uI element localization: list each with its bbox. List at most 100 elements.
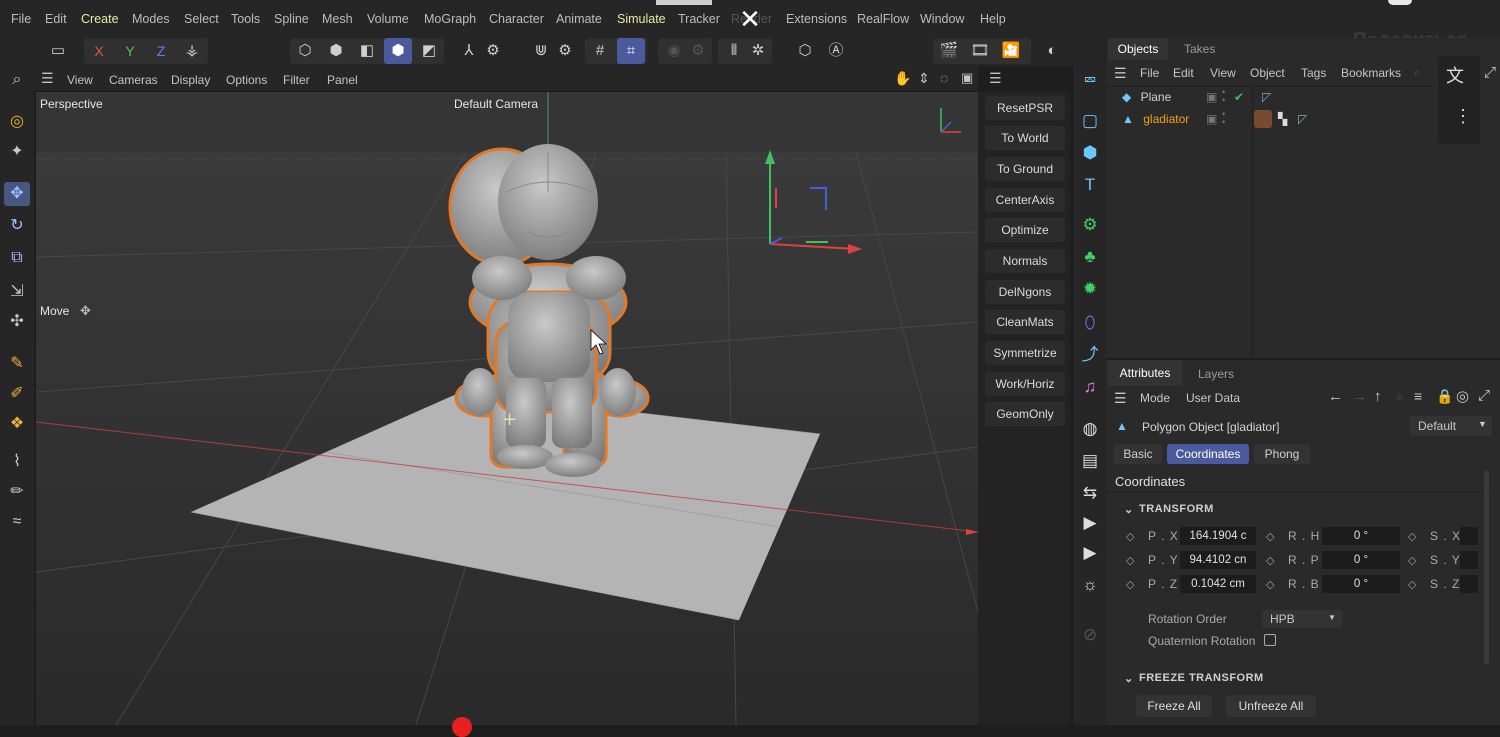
material-tag-icon[interactable] — [1254, 110, 1272, 128]
work-horiz-button[interactable]: Work/Horiz — [985, 372, 1065, 396]
scrollbar[interactable] — [1484, 470, 1489, 665]
text-object-icon[interactable]: T — [1077, 172, 1103, 198]
select-tools-icon[interactable]: ✦ — [4, 140, 30, 164]
cloner-icon[interactable]: ♣ — [1077, 244, 1103, 270]
rotate-tool-icon[interactable]: ↻ — [4, 214, 30, 238]
rp-field[interactable]: 0 ° — [1322, 551, 1400, 569]
objects-menu-object[interactable]: Object — [1250, 66, 1285, 80]
field-icon[interactable]: ♫ — [1077, 374, 1103, 400]
keyframe-diamond-icon[interactable]: ◇ — [1408, 530, 1416, 543]
unfreeze-all-button[interactable]: Unfreeze All — [1226, 695, 1316, 717]
menu-tools[interactable]: Tools — [231, 12, 260, 26]
menu-create[interactable]: Create — [81, 12, 119, 26]
camera-icon[interactable]: ▤ — [1077, 448, 1103, 474]
smooth-brush-icon[interactable]: ≈ — [4, 510, 30, 534]
paint-icon[interactable]: ✏ — [4, 480, 30, 504]
tab-attributes[interactable]: Attributes — [1108, 360, 1182, 386]
rb-field[interactable]: 0 ° — [1322, 575, 1400, 593]
menu-mesh[interactable]: Mesh — [322, 12, 353, 26]
optimize-button[interactable]: Optimize — [985, 218, 1065, 242]
spline-icon[interactable]: ⤴ — [1077, 342, 1103, 368]
keyframe-diamond-icon[interactable]: ◇ — [1266, 530, 1274, 543]
environment-icon[interactable]: ◍ — [1077, 416, 1103, 442]
up-arrow-icon[interactable]: ↑ — [1374, 388, 1382, 405]
viewport-menu-filter[interactable]: Filter — [283, 73, 310, 87]
spline-tools-icon[interactable]: ❖ — [4, 412, 30, 436]
keyframe-diamond-icon[interactable]: ◇ — [1408, 554, 1416, 567]
search-icon[interactable]: ⌕ — [1396, 388, 1404, 405]
pz-field[interactable]: 0.1042 cm — [1180, 575, 1256, 593]
x-axis-lock-button[interactable]: X — [85, 38, 113, 64]
back-arrow-icon[interactable]: ← — [1328, 388, 1343, 405]
more-options-icon[interactable]: ⋮ — [1454, 106, 1472, 127]
symmetrize-button[interactable]: Symmetrize — [985, 341, 1065, 365]
transform-header[interactable]: TRANSFORM — [1139, 503, 1214, 515]
menu-window[interactable]: Window — [920, 12, 964, 26]
y-axis-lock-button[interactable]: Y — [116, 38, 144, 64]
render-settings-icon[interactable]: ⚙ — [684, 38, 712, 64]
subtab-phong[interactable]: Phong — [1254, 444, 1310, 464]
cleanmats-button[interactable]: CleanMats — [985, 310, 1065, 334]
plugin-menu-icon[interactable]: ☰ — [989, 70, 1002, 87]
preset-dropdown[interactable]: Default ▼ — [1410, 416, 1492, 436]
grid-snap-icon[interactable]: # — [586, 38, 614, 64]
spline-sketch-icon[interactable]: ✐ — [4, 382, 30, 406]
target-icon[interactable]: ◎ — [1456, 387, 1469, 405]
symmetry-settings-icon[interactable]: ✲ — [744, 38, 772, 64]
menu-mograph[interactable]: MoGraph — [424, 12, 476, 26]
filter-icon[interactable]: ≡ — [1414, 388, 1422, 404]
edges-mode-icon[interactable]: ⬢ — [322, 38, 350, 64]
workplane-snap-icon[interactable]: ⌗ — [617, 38, 645, 64]
to-world-button[interactable]: To World — [985, 126, 1065, 150]
viewport-menu-display[interactable]: Display — [171, 73, 210, 87]
viewport-menu-cameras[interactable]: Cameras — [109, 73, 158, 87]
move-tool-icon[interactable]: ✥ — [4, 182, 30, 206]
tab-objects[interactable]: Objects — [1108, 38, 1168, 60]
object-icon[interactable]: ⬡ — [791, 38, 819, 64]
hamburger-icon[interactable]: ☰ — [41, 70, 54, 87]
delngons-button[interactable]: DelNgons — [985, 280, 1065, 304]
menu-file[interactable]: File — [11, 12, 31, 26]
effector-icon[interactable]: ✹ — [1077, 276, 1103, 302]
z-axis-lock-button[interactable]: Z — [147, 38, 175, 64]
viewport-menu-options[interactable]: Options — [226, 73, 267, 87]
scene-icon[interactable]: ⇆ — [1077, 480, 1103, 506]
settings-gear-icon[interactable]: ⚙ — [479, 38, 507, 64]
attributes-menu-user-data[interactable]: User Data — [1186, 391, 1240, 405]
deformer-icon[interactable]: ⬯ — [1077, 310, 1103, 336]
translate-icon[interactable]: 文 — [1446, 62, 1464, 88]
menu-modes[interactable]: Modes — [132, 12, 170, 26]
menu-realflow[interactable]: RealFlow — [857, 12, 909, 26]
search-icon[interactable]: ⌕ — [1414, 65, 1421, 80]
menu-tracker[interactable]: Tracker — [678, 12, 720, 26]
resetpsr-button[interactable]: ResetPSR — [985, 96, 1065, 120]
scale-tool-icon[interactable]: ⧉ — [4, 246, 30, 270]
dolly-icon[interactable]: ⇕ — [918, 70, 930, 87]
centeraxis-button[interactable]: CenterAxis — [985, 188, 1065, 212]
keyframe-diamond-icon[interactable]: ◇ — [1126, 554, 1134, 567]
model-mode-icon[interactable]: ⬢ — [384, 38, 412, 64]
disabled-tool-icon[interactable]: ⊘ — [1077, 622, 1103, 648]
uvw-tag-icon[interactable]: ▚ — [1278, 112, 1287, 126]
menu-volume[interactable]: Volume — [367, 12, 409, 26]
expand-icon[interactable]: ⤢ — [1484, 64, 1496, 81]
search-icon[interactable]: ⌕ — [4, 68, 30, 92]
menu-simulate[interactable]: Simulate — [617, 12, 666, 26]
snap-settings-icon[interactable]: ⚙ — [551, 38, 579, 64]
enabled-check-icon[interactable]: ✔ — [1234, 90, 1244, 104]
video-camera-icon[interactable]: ▶ — [1077, 510, 1103, 536]
viewport-menu-panel[interactable]: Panel — [327, 73, 358, 87]
hamburger-icon[interactable]: ☰ — [1114, 65, 1127, 82]
orbit-icon[interactable]: ◌ — [940, 70, 948, 86]
viewport-solo-icon[interactable]: ◐ — [1038, 38, 1066, 64]
keyframe-diamond-icon[interactable]: ◇ — [1266, 554, 1274, 567]
to-ground-button[interactable]: To Ground — [985, 157, 1065, 181]
menu-extensions[interactable]: Extensions — [786, 12, 847, 26]
render-view-icon[interactable]: 🎬 — [935, 38, 963, 64]
sy-field[interactable] — [1460, 551, 1478, 569]
layer-icon[interactable]: ▣ — [1206, 112, 1217, 126]
pan-icon[interactable]: ✋ — [894, 70, 911, 87]
freeze-all-button[interactable]: Freeze All — [1136, 695, 1212, 717]
render-queue-icon[interactable]: 🎦 — [997, 38, 1025, 64]
spline-pen-icon[interactable]: ✎ — [4, 352, 30, 376]
